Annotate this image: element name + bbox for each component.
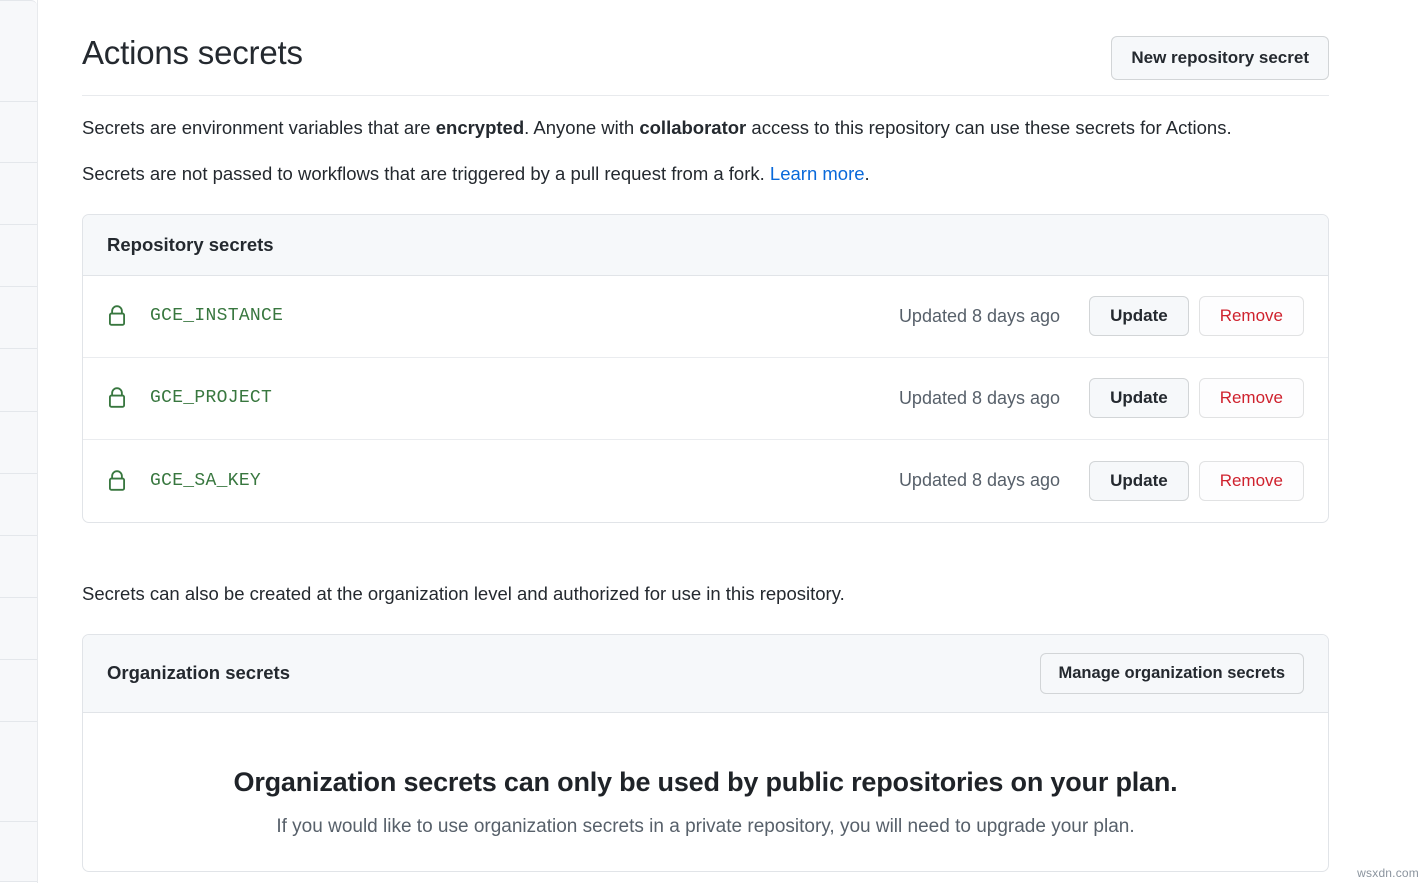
- intro-text-4: Secrets are not passed to workflows that…: [82, 163, 770, 184]
- table-row: GCE_PROJECT Updated 8 days ago Update Re…: [83, 358, 1328, 440]
- row-actions: Update Remove: [1089, 378, 1304, 418]
- blankslate-heading: Organization secrets can only be used by…: [103, 765, 1308, 800]
- update-secret-button[interactable]: Update: [1089, 378, 1189, 418]
- sidebar-item[interactable]: [0, 0, 37, 102]
- intro-text-5: .: [865, 163, 870, 184]
- watermark: wsxdn.com: [1357, 866, 1419, 880]
- sidebar-item[interactable]: [0, 536, 37, 598]
- row-actions: Update Remove: [1089, 461, 1304, 501]
- update-secret-button[interactable]: Update: [1089, 296, 1189, 336]
- sidebar-crop: [0, 0, 38, 883]
- new-repository-secret-button[interactable]: New repository secret: [1111, 36, 1329, 80]
- intro-text-3: access to this repository can use these …: [746, 117, 1231, 138]
- secrets-description-line-1: Secrets are environment variables that a…: [82, 114, 1329, 143]
- organization-note: Secrets can also be created at the organ…: [82, 580, 1329, 608]
- repository-secrets-title: Repository secrets: [107, 233, 274, 257]
- sidebar-item[interactable]: [0, 349, 37, 412]
- intro-text-2: . Anyone with: [524, 117, 639, 138]
- table-row: GCE_INSTANCE Updated 8 days ago Update R…: [83, 276, 1328, 358]
- sidebar-item[interactable]: [0, 474, 37, 536]
- lock-icon: [107, 387, 127, 409]
- sidebar-item[interactable]: [0, 225, 37, 287]
- remove-secret-button[interactable]: Remove: [1199, 296, 1304, 336]
- table-row: GCE_SA_KEY Updated 8 days ago Update Rem…: [83, 440, 1328, 522]
- sidebar-item[interactable]: [0, 660, 37, 722]
- organization-secrets-box: Organization secrets Manage organization…: [82, 634, 1329, 872]
- sidebar-item[interactable]: [0, 822, 37, 882]
- secret-updated-time: Updated 8 days ago: [899, 470, 1060, 491]
- organization-secrets-header: Organization secrets Manage organization…: [83, 635, 1328, 714]
- manage-organization-secrets-button[interactable]: Manage organization secrets: [1040, 653, 1304, 695]
- lock-icon: [107, 470, 127, 492]
- learn-more-link[interactable]: Learn more: [770, 163, 865, 184]
- organization-secrets-blankslate: Organization secrets can only be used by…: [83, 713, 1328, 871]
- lock-icon: [107, 305, 127, 327]
- secret-name: GCE_PROJECT: [150, 388, 899, 408]
- page-title: Actions secrets: [82, 33, 303, 73]
- update-secret-button[interactable]: Update: [1089, 461, 1189, 501]
- secret-name: GCE_INSTANCE: [150, 306, 899, 326]
- intro-bold-collaborator: collaborator: [639, 117, 746, 138]
- secret-name: GCE_SA_KEY: [150, 471, 899, 491]
- remove-secret-button[interactable]: Remove: [1199, 461, 1304, 501]
- blankslate-subtext: If you would like to use organization se…: [103, 814, 1308, 841]
- secret-updated-time: Updated 8 days ago: [899, 388, 1060, 409]
- intro-text-1: Secrets are environment variables that a…: [82, 117, 436, 138]
- sidebar-item[interactable]: [0, 287, 37, 349]
- secret-updated-time: Updated 8 days ago: [899, 306, 1060, 327]
- row-actions: Update Remove: [1089, 296, 1304, 336]
- sidebar-item[interactable]: [0, 412, 37, 474]
- secrets-description-line-2: Secrets are not passed to workflows that…: [82, 160, 1329, 189]
- main-content: Actions secrets New repository secret Se…: [82, 0, 1329, 872]
- repository-secrets-header: Repository secrets: [83, 215, 1328, 276]
- repository-secrets-box: Repository secrets GCE_INSTANCE Updated …: [82, 214, 1329, 523]
- intro-bold-encrypted: encrypted: [436, 117, 524, 138]
- sidebar-item[interactable]: [0, 598, 37, 660]
- sidebar-item[interactable]: [0, 163, 37, 225]
- sidebar-item[interactable]: [0, 722, 37, 822]
- organization-secrets-title: Organization secrets: [107, 661, 290, 685]
- remove-secret-button[interactable]: Remove: [1199, 378, 1304, 418]
- page-header: Actions secrets New repository secret: [82, 0, 1329, 96]
- sidebar-item[interactable]: [0, 102, 37, 163]
